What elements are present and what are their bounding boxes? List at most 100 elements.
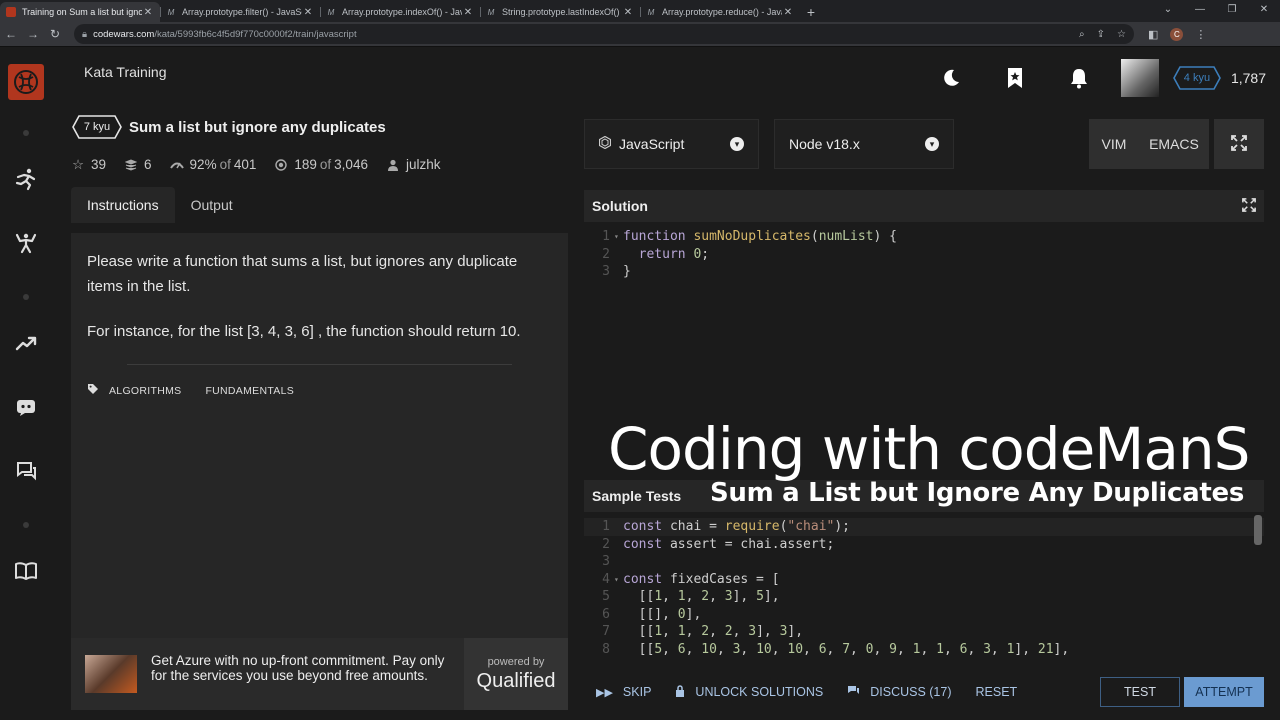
runtime-select[interactable]: Node v18.x ▾ <box>774 119 954 169</box>
satisfaction-of-word: of <box>219 157 231 172</box>
tab-instructions[interactable]: Instructions <box>71 187 175 223</box>
skip-button[interactable]: ▶▶ SKIP <box>596 685 651 699</box>
language-select[interactable]: JavaScript ▾ <box>584 119 759 169</box>
browser-tab[interactable]: Training on Sum a list but ignore ✕ <box>0 2 160 22</box>
profile-avatar[interactable]: C <box>1170 27 1184 41</box>
completed-of-word: of <box>319 157 332 172</box>
javascript-hex-icon <box>598 135 612 152</box>
expand-icon[interactable] <box>1242 197 1256 215</box>
bookmark-star-icon[interactable]: ☆ <box>1117 29 1126 40</box>
instruction-tabs: Instructions Output <box>71 187 249 223</box>
browser-tab[interactable]: M Array.prototype.reduce() - JavaSc ✕ <box>640 2 800 22</box>
sample-tests-label: Sample Tests <box>592 488 682 504</box>
powered-by-qualified[interactable]: powered by Qualified <box>464 638 568 710</box>
reload-icon[interactable]: ↻ <box>44 27 66 41</box>
overlay-title: Coding with codeManS <box>608 415 1250 483</box>
attempt-button[interactable]: ATTEMPT <box>1184 677 1264 707</box>
reset-button[interactable]: RESET <box>976 685 1018 699</box>
side-panel-icon[interactable]: ◧ <box>1148 28 1158 41</box>
collections-stat[interactable]: 6 <box>124 157 152 172</box>
code-line: 2 const assert = chai.assert; <box>602 536 835 552</box>
code-line: 8 [[5, 6, 10, 3, 10, 10, 6, 7, 0, 9, 1, … <box>602 641 1070 657</box>
codewars-logo-icon[interactable] <box>8 64 44 100</box>
tab-search-icon[interactable]: ⌄ <box>1152 0 1184 20</box>
sample-tests-editor[interactable]: 1 const chai = require("chai"); 2 const … <box>584 518 1264 658</box>
unlock-label: UNLOCK SOLUTIONS <box>695 685 824 699</box>
skip-forward-icon: ▶▶ <box>596 686 613 699</box>
tag-fundamentals[interactable]: FUNDAMENTALS <box>205 385 294 397</box>
close-tab-icon[interactable]: ✕ <box>142 7 154 18</box>
completed-stat: 189 of 3,046 <box>274 157 368 172</box>
menu-kebab-icon[interactable]: ⋮ <box>1195 28 1206 41</box>
minimize-button[interactable]: — <box>1184 0 1216 20</box>
author-stat[interactable]: julzhk <box>386 157 440 172</box>
instructions-panel: Please write a function that sums a list… <box>71 233 568 638</box>
notifications-bell-icon[interactable] <box>1059 63 1099 93</box>
browser-tab[interactable]: M Array.prototype.indexOf() - JavaS ✕ <box>320 2 480 22</box>
unlock-solutions-button[interactable]: UNLOCK SOLUTIONS <box>675 684 824 700</box>
user-rank-badge: 4 kyu <box>1173 66 1221 90</box>
dark-mode-moon-icon[interactable] <box>931 63 971 93</box>
close-tab-icon[interactable]: ✕ <box>622 7 634 18</box>
code-line: 1 const chai = require("chai"); <box>584 518 1264 536</box>
tab-title: Array.prototype.indexOf() - JavaS <box>342 7 462 17</box>
code-line: 7 [[1, 1, 2, 2, 3], 3], <box>602 624 804 639</box>
powered-by-label: powered by <box>487 655 545 668</box>
tab-output[interactable]: Output <box>175 187 249 223</box>
runtime-label: Node v18.x <box>789 136 860 152</box>
bookmark-icon[interactable] <box>995 63 1035 93</box>
test-button[interactable]: TEST <box>1100 677 1180 707</box>
mdn-favicon-icon: M <box>647 7 655 17</box>
zoom-icon[interactable]: ⌕ <box>1079 29 1085 40</box>
kata-stats: ☆ 39 6 92% of 401 189 of 3,046 julzhk <box>71 157 458 173</box>
new-tab-button[interactable]: + <box>800 2 822 22</box>
code-line: 3 <box>602 554 610 569</box>
forward-icon[interactable]: → <box>22 27 44 41</box>
kata-rank-badge: 7 kyu <box>72 115 122 139</box>
top-nav: 4 kyu 1,787 <box>919 58 1266 98</box>
discuss-button[interactable]: DISCUSS (17) <box>847 685 952 699</box>
close-tab-icon[interactable]: ✕ <box>782 7 794 18</box>
qualified-logo: Qualified <box>476 669 556 692</box>
collections-count: 6 <box>144 157 152 172</box>
completed-count: 189 <box>294 157 317 172</box>
tag-algorithms[interactable]: ALGORITHMS <box>109 385 181 397</box>
emacs-mode-button[interactable]: EMACS <box>1139 119 1209 169</box>
discuss-label: DISCUSS (17) <box>870 685 952 699</box>
completed-total: 3,046 <box>334 157 368 172</box>
ad-image <box>85 655 137 693</box>
close-tab-icon[interactable]: ✕ <box>462 7 474 18</box>
sidebar <box>0 48 52 720</box>
chevron-down-icon: ▾ <box>730 137 744 151</box>
training-icon[interactable] <box>13 166 39 192</box>
lock-icon: 🔒︎ <box>82 28 88 40</box>
stars-stat[interactable]: ☆ 39 <box>71 157 106 173</box>
browser-tab[interactable]: M Array.prototype.filter() - JavaScript … <box>160 2 320 22</box>
discussion-chat-icon[interactable] <box>13 458 39 484</box>
mdn-favicon-icon: M <box>167 7 175 17</box>
browser-tab[interactable]: M String.prototype.lastIndexOf() - J ✕ <box>480 2 640 22</box>
back-icon[interactable]: ← <box>0 27 22 41</box>
vim-mode-button[interactable]: VIM <box>1089 119 1139 169</box>
share-icon[interactable]: ⇪ <box>1097 29 1105 40</box>
page-title: Kata Training <box>84 64 167 80</box>
target-icon <box>274 158 288 172</box>
practice-icon[interactable] <box>13 230 39 256</box>
kata-title: Sum a list but ignore any duplicates <box>129 119 386 136</box>
leaderboard-trend-icon[interactable] <box>13 330 39 356</box>
sidebar-divider-dot <box>23 294 29 300</box>
user-rank-label: 4 kyu <box>1183 72 1211 84</box>
close-tab-icon[interactable]: ✕ <box>302 7 314 18</box>
discord-icon[interactable] <box>13 394 39 420</box>
ad-text: Get Azure with no up-front commitment. P… <box>151 653 445 683</box>
sponsor-ad[interactable]: Get Azure with no up-front commitment. P… <box>71 638 568 710</box>
kata-rank-label: 7 kyu <box>83 121 111 133</box>
url-field[interactable]: 🔒︎ codewars.com/kata/5993fb6c4f5d9f770c0… <box>74 24 1134 44</box>
maximize-button[interactable]: ❐ <box>1216 0 1248 20</box>
scrollbar-thumb[interactable] <box>1254 515 1262 545</box>
docs-book-icon[interactable] <box>13 558 39 584</box>
browser-tab-bar: Training on Sum a list but ignore ✕ M Ar… <box>0 0 1280 22</box>
close-window-button[interactable]: ✕ <box>1248 0 1280 20</box>
fullscreen-button[interactable] <box>1214 119 1264 169</box>
user-avatar[interactable] <box>1120 59 1159 97</box>
